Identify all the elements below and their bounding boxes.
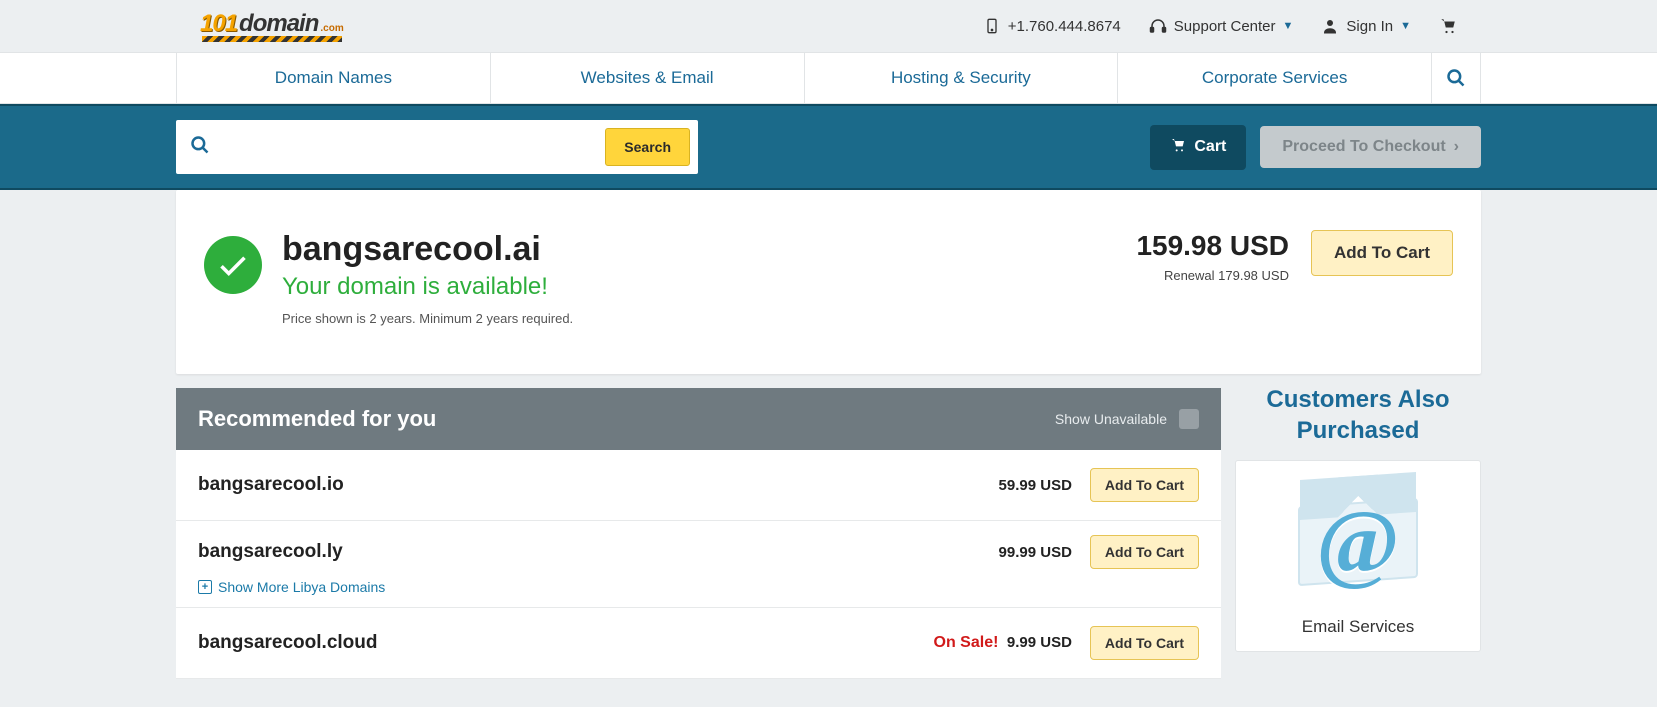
email-services-illustration: ‹ @ [1278, 477, 1438, 607]
cart-label: Cart [1194, 138, 1226, 156]
add-to-cart-button[interactable]: Add To Cart [1090, 468, 1199, 502]
cart-button[interactable]: Cart [1150, 125, 1246, 170]
main-price: 159.98 USD [1136, 230, 1289, 262]
recommended-heading: Recommended for you [198, 406, 436, 432]
recommended-header: Recommended for you Show Unavailable [176, 388, 1221, 450]
phone-text: +1.760.444.8674 [1008, 18, 1121, 35]
recommended-row: bangsarecool.cloud On Sale! 9.99 USD Add… [176, 608, 1221, 679]
recommended-row: bangsarecool.ly 99.99 USD Add To Cart + … [176, 521, 1221, 608]
recommended-price: 9.99 USD [1007, 634, 1072, 651]
phone-link[interactable]: +1.760.444.8674 [983, 17, 1121, 35]
search-icon [190, 135, 210, 160]
nav-websites-email[interactable]: Websites & Email [490, 53, 804, 103]
recommended-domain: bangsarecool.ly [198, 541, 343, 563]
recommended-row: bangsarecool.io 59.99 USD Add To Cart [176, 450, 1221, 521]
plus-icon: + [198, 580, 212, 594]
check-circle-icon [204, 236, 262, 294]
logo-domain: domain [239, 10, 318, 38]
search-button[interactable]: Search [605, 128, 690, 166]
availability-status: Your domain is available! [282, 273, 573, 301]
user-icon [1321, 17, 1339, 35]
main-nav: Domain Names Websites & Email Hosting & … [176, 53, 1481, 103]
cart-icon-link[interactable] [1439, 17, 1457, 35]
sidebar-product-card[interactable]: ‹ @ Email Services [1235, 460, 1481, 652]
add-to-cart-button[interactable]: Add To Cart [1090, 626, 1199, 660]
logo-underline [202, 36, 342, 42]
cart-icon [1439, 17, 1457, 35]
logo-com: .com [320, 23, 343, 34]
add-to-cart-button[interactable]: Add To Cart [1090, 535, 1199, 569]
nav-hosting-security[interactable]: Hosting & Security [804, 53, 1118, 103]
domain-name-heading: bangsarecool.ai [282, 230, 573, 269]
support-center-link[interactable]: Support Center ▼ [1149, 17, 1294, 35]
chevron-down-icon: ▼ [1400, 20, 1411, 32]
chevron-down-icon: ▼ [1283, 20, 1294, 32]
nav-domain-names[interactable]: Domain Names [176, 53, 490, 103]
recommended-domain: bangsarecool.io [198, 474, 344, 496]
sidebar-product-label: Email Services [1246, 617, 1470, 637]
show-unavailable-toggle[interactable] [1179, 409, 1199, 429]
domain-search-box: Search [176, 120, 698, 174]
on-sale-label: On Sale! [934, 634, 999, 651]
recommended-price: 99.99 USD [999, 544, 1072, 561]
checkout-label: Proceed To Checkout [1282, 138, 1445, 156]
checkout-button: Proceed To Checkout › [1260, 126, 1481, 168]
at-sign-icon: @ [1316, 491, 1400, 594]
renewal-price: Renewal 179.98 USD [1136, 268, 1289, 283]
logo-101: 101 [200, 10, 237, 38]
recommended-price: 59.99 USD [999, 477, 1072, 494]
add-to-cart-button-main[interactable]: Add To Cart [1311, 230, 1453, 276]
cart-icon [1170, 137, 1186, 158]
sign-in-text: Sign In [1346, 18, 1393, 35]
nav-corporate-services[interactable]: Corporate Services [1117, 53, 1431, 103]
show-more-label: Show More Libya Domains [218, 579, 385, 595]
support-text: Support Center [1174, 18, 1276, 35]
chevron-right-icon: › [1454, 138, 1459, 156]
headset-icon [1149, 17, 1167, 35]
show-unavailable-label: Show Unavailable [1055, 411, 1167, 427]
phone-icon [983, 17, 1001, 35]
nav-search-button[interactable] [1431, 53, 1481, 103]
availability-card: bangsarecool.ai Your domain is available… [176, 190, 1481, 374]
recommended-domain: bangsarecool.cloud [198, 632, 377, 654]
domain-search-input[interactable] [210, 138, 605, 156]
sidebar-title: Customers Also Purchased [1235, 384, 1481, 446]
sign-in-link[interactable]: Sign In ▼ [1321, 17, 1411, 35]
availability-fineprint: Price shown is 2 years. Minimum 2 years … [282, 311, 573, 326]
show-more-link[interactable]: + Show More Libya Domains [198, 579, 385, 595]
logo[interactable]: 101 domain .com [200, 10, 344, 42]
